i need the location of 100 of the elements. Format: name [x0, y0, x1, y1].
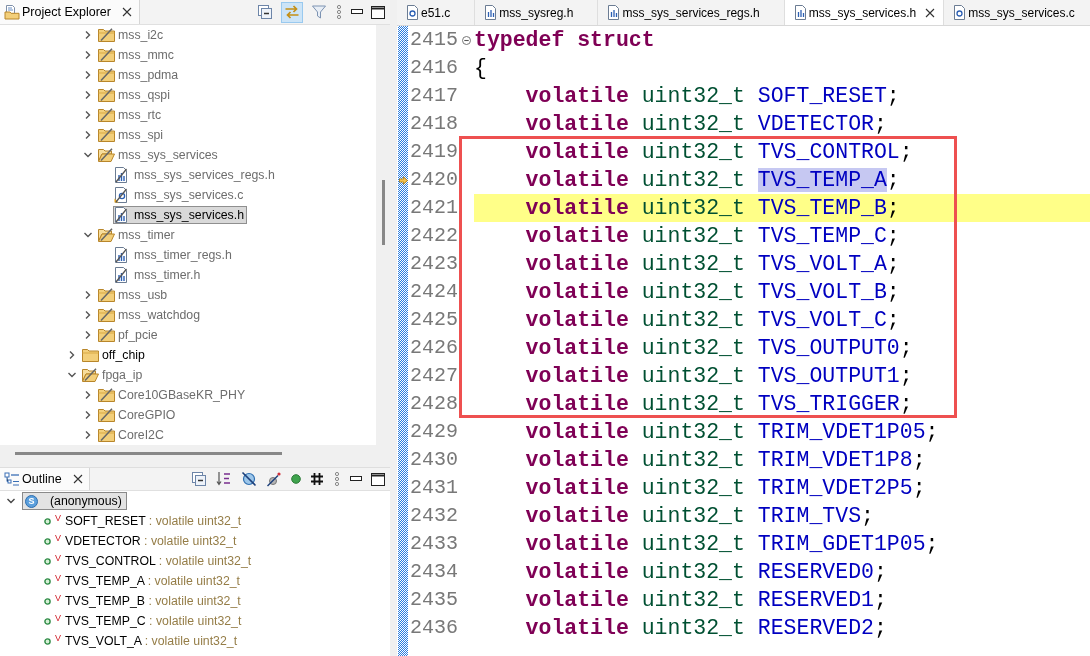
chevron-down-icon[interactable] [67, 370, 77, 380]
tree-item[interactable]: mss_timer.h [113, 266, 204, 284]
outline-item[interactable]: TVS_TEMP_A : volatile uint32_t [64, 572, 243, 590]
code-type: uint32_t [641, 392, 745, 416]
tree-item[interactable]: pf_pcie [97, 326, 161, 344]
panel-tab[interactable]: Project Explorer [0, 0, 140, 24]
line-number: 2418 [410, 111, 458, 137]
tree-item[interactable]: mss_i2c [97, 26, 167, 44]
link-toggle-button[interactable] [281, 1, 303, 23]
tree-item[interactable]: fpga_ip [81, 366, 146, 384]
tree-item[interactable]: mss_usb [97, 286, 171, 304]
modifier-mark: V [55, 534, 61, 543]
tree-item[interactable]: off_chip [81, 346, 148, 364]
tree-item[interactable]: mss_sys_services.c [113, 186, 247, 204]
minimize-icon[interactable] [350, 476, 362, 482]
line-number: 2430 [410, 447, 458, 473]
tree-item[interactable]: mss_pdma [97, 66, 182, 84]
file-icon [607, 5, 621, 20]
ring-icon [44, 557, 51, 565]
chevron-right-icon[interactable] [83, 410, 93, 420]
outline-item[interactable]: S (anonymous) [22, 492, 127, 510]
tree-item[interactable]: mss_spi [97, 126, 167, 144]
code-type: uint32_t [641, 504, 745, 528]
outline-item[interactable]: TVS_TEMP_B : volatile uint32_t [64, 592, 244, 610]
code-keyword: volatile [525, 504, 629, 528]
code-keyword: volatile [525, 224, 629, 248]
editor-tab[interactable]: mss_sysreg.h [475, 0, 599, 25]
editor-tab[interactable]: mss_sys_services_regs.h [598, 0, 785, 25]
panel-tab[interactable]: Outline [0, 468, 90, 490]
chevron-right-icon[interactable] [83, 50, 93, 60]
code-identifier: TRIM_GDET1P05 [757, 532, 926, 556]
outline-item[interactable]: VDETECTOR : volatile uint32_t [64, 532, 240, 550]
close-icon[interactable] [72, 474, 83, 484]
chevron-right-icon[interactable] [83, 30, 93, 40]
ring-icon [44, 577, 51, 585]
dot-icon[interactable] [291, 474, 301, 484]
chevron-down-icon[interactable] [83, 230, 93, 240]
chevron-right-icon[interactable] [83, 390, 93, 400]
code-type: uint32_t [641, 532, 745, 556]
close-icon[interactable] [925, 7, 936, 18]
chevron-right-icon[interactable] [83, 110, 93, 120]
tree-item[interactable]: CoreI2C [97, 426, 167, 444]
code-punctuation: ; [899, 140, 913, 164]
chevron-right-icon[interactable] [83, 310, 93, 320]
more-options-icon[interactable] [335, 4, 343, 20]
maximize-icon[interactable] [371, 472, 385, 486]
chevron-right-icon[interactable] [83, 330, 93, 340]
crossed-dot-icon[interactable] [266, 471, 282, 487]
tree-item[interactable]: CoreGPIO [97, 406, 179, 424]
code-identifier: TRIM_VDET2P5 [757, 476, 913, 500]
chevron-right-icon[interactable] [83, 290, 93, 300]
outline-item[interactable]: SOFT_RESET : volatile uint32_t [64, 512, 245, 530]
tree-item[interactable]: Core10GBaseKR_PHY [97, 386, 249, 404]
tree-item[interactable]: mss_sys_services.h [113, 206, 248, 224]
minimize-icon[interactable] [351, 9, 363, 15]
code-identifier: RESERVED0 [757, 560, 874, 584]
horizontal-scrollbar-thumb[interactable] [15, 452, 282, 455]
more-options-icon[interactable] [333, 471, 341, 487]
maximize-icon[interactable] [371, 5, 385, 19]
tree-item[interactable]: mss_sys_services_regs.h [113, 166, 278, 184]
code-punctuation: ; [886, 252, 900, 276]
outline-item[interactable]: TVS_VOLT_A : volatile uint32_t [64, 632, 241, 650]
line-number: 2436 [410, 615, 458, 641]
chevron-right-icon[interactable] [83, 70, 93, 80]
code-keyword: volatile [525, 168, 629, 192]
tree-item[interactable]: mss_rtc [97, 106, 165, 124]
code-identifier: TVS_VOLT_C [757, 308, 887, 332]
modifier-mark: V [55, 614, 61, 623]
editor-tab[interactable]: mss_sys_services.h [784, 0, 945, 25]
tree-item[interactable]: mss_mmc [97, 46, 177, 64]
tree-item[interactable]: mss_timer [97, 226, 178, 244]
tree-item[interactable]: mss_timer_regs.h [113, 246, 235, 264]
chevron-right-icon[interactable] [83, 90, 93, 100]
editor-tab[interactable]: mss_sys_services.c [944, 0, 1090, 25]
code-identifier: RESERVED2 [757, 616, 874, 640]
chevron-right-icon[interactable] [83, 430, 93, 440]
chevron-down-icon[interactable] [6, 496, 16, 506]
collapse-all-icon[interactable] [191, 471, 207, 487]
outline-item[interactable]: TVS_TEMP_C : volatile uint32_t [64, 612, 245, 630]
close-icon[interactable] [121, 7, 132, 17]
chevron-right-icon[interactable] [83, 130, 93, 140]
chevron-right-icon[interactable] [67, 350, 77, 360]
tree-item[interactable]: mss_sys_services [97, 146, 221, 164]
code-punctuation: ; [886, 168, 900, 192]
outline-item[interactable]: TVS_CONTROL : volatile uint32_t [64, 552, 255, 570]
code-type: uint32_t [641, 420, 745, 444]
tree-item[interactable]: mss_watchdog [97, 306, 204, 324]
collapse-all-icon[interactable] [257, 4, 273, 20]
vertical-scrollbar-thumb[interactable] [382, 180, 385, 245]
filter-icon[interactable] [311, 4, 327, 20]
tree-item[interactable]: mss_qspi [97, 86, 173, 104]
editor-tab[interactable]: e51.c [397, 0, 476, 25]
sort-icon[interactable] [216, 471, 232, 487]
minus-circle-icon[interactable] [461, 35, 471, 45]
code-punctuation: ; [886, 196, 900, 220]
chevron-down-icon[interactable] [83, 150, 93, 160]
code-identifier: TRIM_VDET1P05 [757, 420, 926, 444]
crossed-circle-icon[interactable] [241, 471, 257, 487]
hash-icon[interactable] [310, 472, 324, 486]
line-number: 2432 [410, 503, 458, 529]
